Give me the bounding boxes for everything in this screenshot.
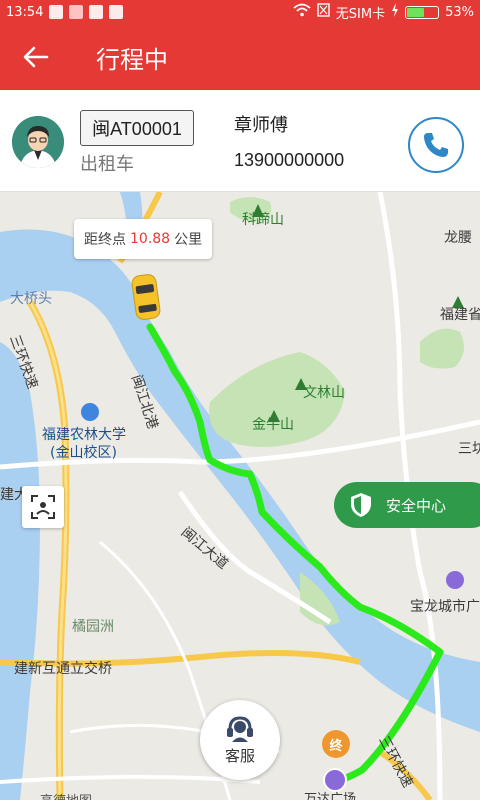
distance-prefix: 距终点 — [84, 232, 126, 248]
driver-name: 章师傅 — [234, 115, 288, 136]
map-label: 橘园洲 — [72, 619, 114, 635]
locate-icon — [31, 495, 55, 519]
driver-avatar — [12, 116, 64, 168]
shield-icon — [351, 493, 371, 517]
back-arrow-icon — [23, 46, 49, 68]
map-label: 龙腰 — [444, 230, 472, 246]
distance-value: 10.88 — [130, 231, 171, 247]
end-marker-label: 终 — [329, 738, 343, 754]
notification-icon — [69, 5, 84, 19]
notification-icon — [49, 5, 64, 19]
charging-icon — [391, 3, 399, 21]
sim-icon — [317, 3, 330, 21]
map-label: 福建农林大学 — [42, 427, 126, 443]
map-label: 大桥头 — [10, 291, 52, 307]
notification-icon — [89, 5, 104, 19]
map-label: 建新互通立交桥 — [14, 661, 112, 677]
customer-service-button[interactable]: 客服 — [200, 700, 280, 780]
map-label: 宝龙城市广 — [410, 599, 480, 615]
map-label: 金牛山 — [252, 417, 294, 433]
map-label: (金山校区) — [50, 445, 117, 461]
app-bar: 行程中 — [0, 24, 480, 90]
distance-bubble: 距终点 10.88 公里 — [74, 219, 213, 259]
page-title: 行程中 — [96, 45, 168, 74]
call-driver-button[interactable] — [408, 117, 464, 173]
safety-center-button[interactable]: 安全中心 — [334, 482, 480, 528]
customer-service-label: 客服 — [224, 746, 255, 765]
carrier-label: 无SIM卡 — [335, 6, 386, 22]
safety-center-label: 安全中心 — [386, 496, 447, 515]
map-attribution: 高德地图 — [40, 790, 92, 800]
locate-button[interactable] — [22, 486, 64, 528]
status-bar: 13:54 无SIM卡 53% — [0, 0, 480, 24]
battery-percent: 53% — [445, 4, 474, 20]
map-label: 文林山 — [303, 385, 345, 401]
back-button[interactable] — [0, 24, 72, 90]
license-plate: 闽AT00001 — [80, 110, 194, 146]
phone-icon — [424, 133, 448, 157]
map-label: 科蹄山 — [242, 212, 284, 228]
vehicle-type: 出租车 — [80, 154, 134, 175]
map-label: 三坊 — [458, 441, 480, 457]
status-time: 13:54 — [6, 4, 44, 20]
battery-icon — [405, 5, 440, 19]
notification-icon — [109, 5, 124, 19]
driver-phone: 13900000000 — [234, 150, 345, 170]
end-marker-icon: 终 — [322, 730, 350, 758]
headset-icon — [227, 715, 253, 742]
map-label: 万达广场 — [304, 792, 357, 800]
map-label: 福建省 — [440, 307, 480, 323]
distance-unit: 公里 — [174, 232, 203, 248]
wifi-icon — [293, 3, 311, 21]
